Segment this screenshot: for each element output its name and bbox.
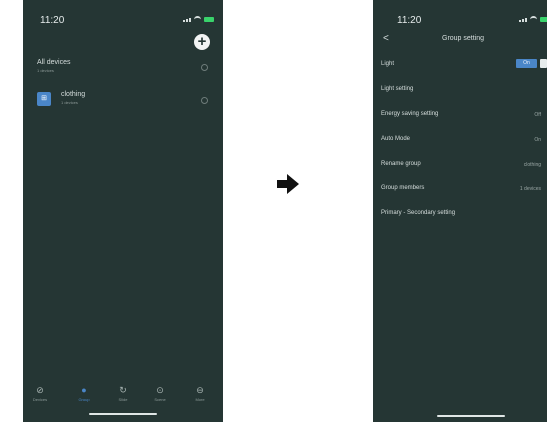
- home-indicator: [437, 415, 505, 417]
- back-button[interactable]: <: [383, 33, 389, 44]
- tab-devices[interactable]: ⊘ Devices: [25, 385, 55, 402]
- status-icons: [183, 16, 214, 23]
- setting-label: Rename group: [381, 161, 421, 167]
- wifi-icon: [530, 16, 537, 23]
- setting-label: Primary - Secondary setting: [381, 210, 456, 216]
- refresh-icon: ↻: [119, 385, 127, 395]
- tab-label: Scene: [154, 397, 166, 402]
- tab-slide[interactable]: ↻ Slide: [108, 385, 138, 402]
- status-icons: [519, 16, 547, 23]
- signal-icon: [183, 17, 191, 22]
- gear-icon[interactable]: [201, 64, 208, 71]
- devices-screen: 11:20 + All devices 1 devices ⊞ clothing…: [23, 0, 223, 422]
- tab-label: More: [195, 397, 205, 402]
- setting-label: Group members: [381, 185, 425, 191]
- group-device-icon: ⊞: [37, 92, 51, 106]
- setting-label: Energy saving setting: [381, 111, 439, 117]
- tab-group[interactable]: ● Group: [69, 385, 99, 402]
- setting-value: 1 devices: [519, 186, 541, 192]
- page-title: Group setting: [442, 35, 485, 42]
- battery-icon: [540, 17, 547, 22]
- setting-value: Off: [534, 112, 541, 118]
- tab-label: Devices: [32, 397, 48, 402]
- more-icon: ⊖: [196, 385, 204, 395]
- tab-label: Group: [78, 397, 90, 402]
- bottom-tab-bar: ⊘ Devices ● Group ↻ Slide ⊙ Scene ⊖ More: [23, 385, 223, 407]
- wifi-icon: [194, 16, 201, 23]
- group-dot-icon: ●: [81, 385, 87, 395]
- group-title: clothing: [61, 91, 86, 98]
- arrow-right-icon: [277, 174, 299, 194]
- group-device-count: 1 devices: [61, 100, 78, 105]
- setting-value: clothing: [523, 162, 541, 168]
- leaf-icon: ⊘: [36, 385, 44, 395]
- add-group-button[interactable]: +: [194, 34, 210, 50]
- all-devices-title: All devices: [37, 59, 71, 66]
- battery-icon: [204, 17, 214, 22]
- tab-more[interactable]: ⊖ More: [185, 385, 215, 402]
- tab-scene[interactable]: ⊙ Scene: [145, 385, 175, 402]
- signal-icon: [519, 17, 527, 22]
- group-setting-screen: 11:20 < Group setting Light On Light set…: [373, 0, 547, 422]
- setting-value: On: [534, 137, 541, 143]
- light-on-button[interactable]: On: [516, 59, 537, 68]
- status-time: 11:20: [40, 15, 65, 26]
- setting-label: Auto Mode: [381, 136, 411, 142]
- scene-icon: ⊙: [156, 385, 164, 395]
- status-time: 11:20: [397, 15, 422, 26]
- setting-label: Light setting: [381, 86, 414, 92]
- all-devices-count: 1 devices: [37, 68, 54, 73]
- gear-icon[interactable]: [201, 97, 208, 104]
- setting-label: Light: [381, 61, 395, 67]
- tab-label: Slide: [118, 397, 128, 402]
- home-indicator: [89, 413, 157, 415]
- light-off-button[interactable]: [540, 59, 547, 68]
